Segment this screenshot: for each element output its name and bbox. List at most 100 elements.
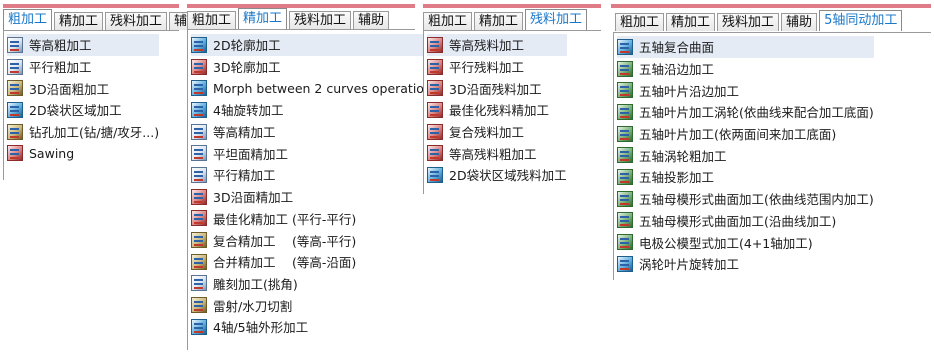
operation-label: 雷射/水刀切割 [213,298,293,314]
tab-finish[interactable]: 精加工 [54,12,104,30]
operation-list: 2D轮廓加工 3D轮廓加工 Morph between 2 curves ope… [191,34,432,338]
5axis-turbine-rough-icon [617,147,633,164]
operation-item[interactable]: 五轴涡轮粗加工 [617,144,874,166]
parallel-rest-icon [427,58,443,75]
operation-list: 等高粗加工 平行粗加工 3D沿面粗加工 2D袋状区域加工 钻孔加工(钻/搪/攻牙… [7,34,160,164]
operation-item[interactable]: 复合残料加工 [427,121,567,143]
tab-rough[interactable]: 粗加工 [3,9,53,30]
operation-item[interactable]: 五轴叶片加工(依两面间来加工底面) [617,123,874,145]
operation-label: 电极公模型式加工(4+1轴加工) [639,235,813,251]
operation-label: 最佳化精加工 (平行-平行) [213,211,357,227]
operation-item[interactable]: 五轴叶片加工涡轮(依曲线来配合加工底面) [617,101,874,123]
tab-rough[interactable]: 粗加工 [187,11,237,29]
2d-pocket-rest-icon [427,166,443,183]
operation-label: 五轴叶片加工(依两面间来加工底面) [639,127,837,143]
operation-item[interactable]: 五轴母模形式曲面加工(依曲线范围内加工) [617,188,874,210]
operation-item[interactable]: 复合精加工 (等高-平行) [191,229,432,251]
contour-rest-rough-icon [427,145,443,162]
tab-bar: 粗加工 精加工 残料加工 辅 [3,8,194,30]
operation-item[interactable]: 雷射/水刀切割 [191,294,432,316]
toolpath-panel-finish: 粗加工 精加工 残料加工 辅助 2D轮廓加工 3D轮廓加工 Morph betw… [187,4,432,350]
operation-item[interactable]: 3D沿面残料加工 [427,77,567,99]
parallel-finish-icon [191,166,207,183]
operation-label: 五轴涡轮粗加工 [639,148,727,164]
operation-item[interactable]: 等高精加工 [191,121,432,143]
5axis-mold-along-curve-icon [617,212,633,229]
tab-rest[interactable]: 残料加工 [525,9,588,30]
tab-aux[interactable]: 辅助 [781,13,818,31]
operation-item[interactable]: 等高残料加工 [427,34,567,56]
operation-item[interactable]: Morph between 2 curves operation [191,77,432,99]
toolpath-panel-5axis: 粗加工 精加工 残料加工 辅助 5轴同动加工 五轴复合曲面 五轴沿边加工 五轴叶… [611,4,931,280]
operation-item[interactable]: 五轴沿边加工 [617,58,874,80]
tab-finish[interactable]: 精加工 [238,8,288,29]
operation-label: 2D袋状区域残料加工 [449,168,567,184]
operation-label: 最佳化残料精加工 [449,103,550,119]
turbine-blade-rotary-icon [617,255,633,272]
3d-contour-icon [191,58,207,75]
operation-label: 五轴母模形式曲面加工(依曲线范围内加工) [639,192,874,208]
tab-aux[interactable]: 辅助 [353,11,390,29]
operation-item[interactable]: 五轴母模形式曲面加工(沿曲线加工) [617,210,874,232]
operation-item[interactable]: 4轴/5轴外形加工 [191,316,432,338]
tab-finish[interactable]: 精加工 [666,13,716,31]
operation-label: 平行粗加工 [29,60,92,76]
sawing-icon [7,145,23,162]
operation-item[interactable]: 3D轮廓加工 [191,56,432,78]
operation-item[interactable]: 平行粗加工 [7,56,159,78]
panel-top-accent [611,4,931,8]
operation-item[interactable]: 等高粗加工 [7,34,160,56]
operation-item[interactable]: 4轴旋转加工 [191,99,432,121]
operation-item[interactable]: 2D袋状区域残料加工 [427,164,567,186]
operation-item[interactable]: 3D沿面精加工 [191,186,432,208]
operation-item[interactable]: 电极公模型式加工(4+1轴加工) [617,231,874,253]
5axis-blade-turbine-icon [617,103,633,120]
operation-item[interactable]: 平行残料加工 [427,56,567,78]
tab-rough[interactable]: 粗加工 [615,13,665,31]
tab-rest[interactable]: 残料加工 [289,11,352,29]
tab-rest[interactable]: 残料加工 [105,12,168,30]
operation-label: 雕刻加工(挑角) [213,276,298,292]
operation-item[interactable]: 平坦面精加工 [191,142,432,164]
4-axis-rotary-icon [191,101,207,118]
operation-item[interactable]: 五轴投影加工 [617,166,874,188]
3d-flowline-finish-icon [191,188,207,205]
operation-label: 3D沿面精加工 [213,190,294,206]
operation-label: 平坦面精加工 [213,146,289,162]
operation-item[interactable]: 等高残料粗加工 [427,142,567,164]
3d-flowline-icon [7,80,23,97]
2d-contour-icon [191,36,207,53]
hybrid-finish-icon [191,232,207,249]
operation-label: 2D袋状区域加工 [29,103,122,119]
operation-label: 钻孔加工(钻/搪/攻牙...) [29,125,160,141]
operation-item[interactable]: 平行精加工 [191,164,432,186]
operation-item[interactable]: 最佳化精加工 (平行-平行) [191,208,432,230]
operation-item[interactable]: 雕刻加工(挑角) [191,273,432,295]
optimized-finish-icon [191,210,207,227]
tab-rest[interactable]: 残料加工 [717,13,780,31]
operation-item[interactable]: Sawing [7,142,159,164]
drilling-icon [7,123,23,140]
operation-label: 等高残料粗加工 [449,146,537,162]
operation-item[interactable]: 2D袋状区域加工 [7,99,159,121]
operation-item[interactable]: 2D轮廓加工 [191,34,432,56]
operation-label: 等高残料加工 [449,38,525,54]
operation-label: 4轴旋转加工 [213,103,284,119]
tab-bar: 粗加工 精加工 残料加工 [423,8,589,30]
operation-label: 五轴叶片沿边加工 [639,83,740,99]
operation-item[interactable]: 最佳化残料精加工 [427,99,567,121]
toolpath-panel-rough: 粗加工 精加工 残料加工 辅 等高粗加工 平行粗加工 3D沿面粗加工 2D袋状区… [3,4,193,180]
laser-waterjet-icon [191,297,207,314]
tab-5axis[interactable]: 5轴同动加工 [819,10,903,31]
tab-finish[interactable]: 精加工 [474,12,524,30]
operation-label: 复合残料加工 [449,125,525,141]
operation-item[interactable]: 钻孔加工(钻/搪/攻牙...) [7,121,159,143]
operation-label: 五轴复合曲面 [639,40,715,56]
2d-pocket-icon [7,101,23,118]
operation-item[interactable]: 3D沿面粗加工 [7,77,159,99]
operation-item[interactable]: 五轴复合曲面 [617,36,874,58]
operation-item[interactable]: 五轴叶片沿边加工 [617,79,874,101]
operation-item[interactable]: 合并精加工 (等高-沿面) [191,251,432,273]
operation-item[interactable]: 涡轮叶片旋转加工 [617,253,874,275]
tab-rough[interactable]: 粗加工 [423,12,473,30]
